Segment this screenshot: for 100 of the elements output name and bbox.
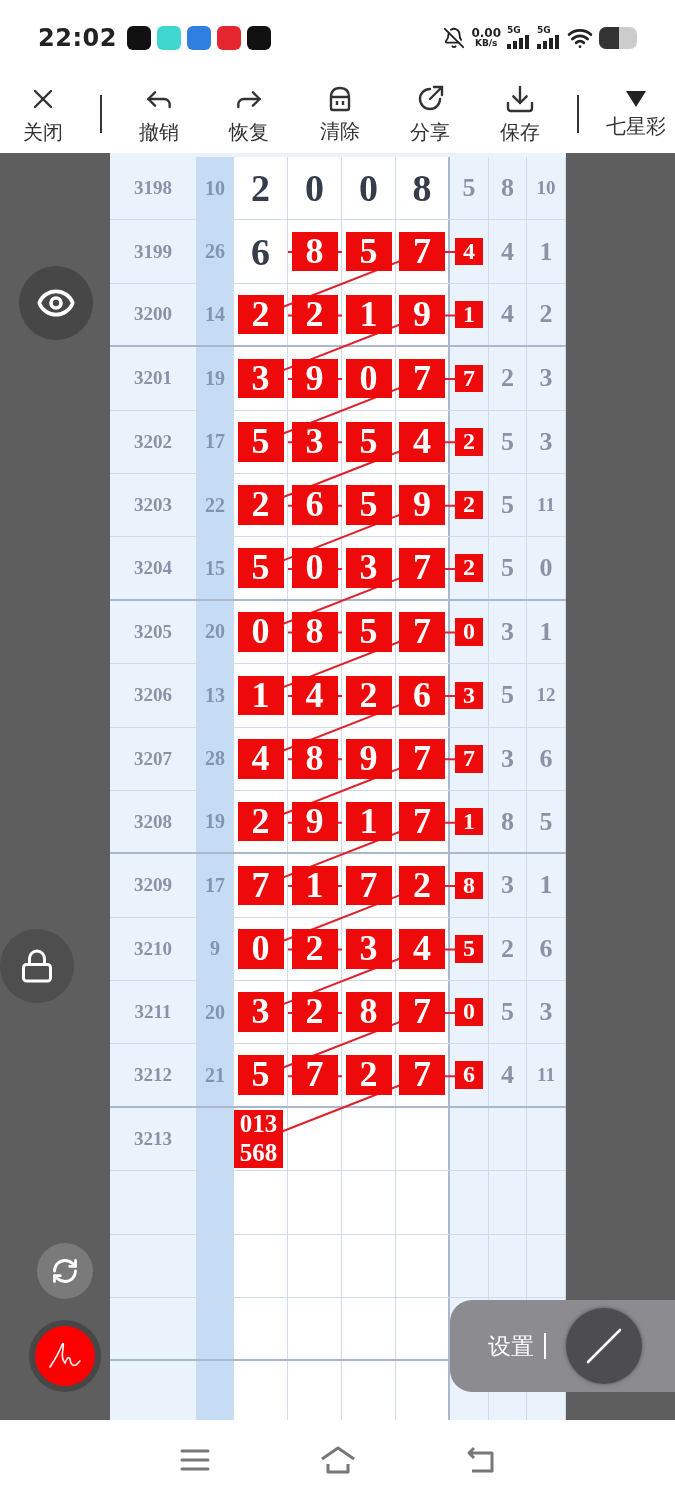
- back-icon[interactable]: [465, 1446, 496, 1474]
- table-value: 5: [501, 426, 514, 457]
- marked-digit: 0: [345, 358, 392, 399]
- table-value: 5: [501, 680, 514, 711]
- sum-value: 15: [205, 556, 225, 580]
- battery-icon: [599, 26, 639, 49]
- issue-number: 3210: [134, 937, 172, 960]
- table-value: 12: [536, 684, 556, 707]
- toolbar-button[interactable]: 撤销: [126, 82, 193, 146]
- network-type: 5G: [537, 26, 551, 35]
- marked-digit: 1: [455, 300, 483, 329]
- marked-digit: 6: [399, 675, 445, 716]
- lock-icon: [19, 948, 55, 984]
- dropdown-triangle-icon: [625, 88, 647, 109]
- signal-icon: [537, 35, 561, 49]
- marked-digit: 7: [399, 358, 445, 399]
- table-value: 3: [539, 997, 553, 1028]
- marked-digit: 7: [399, 1055, 445, 1095]
- toolbar-button[interactable]: 清除: [306, 83, 373, 145]
- marked-digit: 5: [455, 935, 483, 963]
- table-value: 4: [501, 299, 514, 330]
- digit: 0: [305, 166, 324, 211]
- table-value: 3: [539, 426, 553, 457]
- marked-digit: 5: [345, 231, 392, 272]
- sum-value: 14: [205, 302, 225, 326]
- sum-value: 21: [205, 1063, 225, 1087]
- marked-digit: 2: [455, 491, 483, 519]
- marked-digit: 3: [291, 421, 338, 462]
- network-type: 5G: [507, 26, 521, 35]
- marked-digit: 4: [237, 738, 284, 779]
- menu-icon[interactable]: [179, 1448, 210, 1472]
- table-value: 10: [536, 177, 556, 200]
- issue-number: 3199: [134, 240, 172, 263]
- marked-digit: 9: [399, 294, 445, 335]
- marked-digit: 8: [291, 612, 338, 652]
- marked-digit: 2: [237, 294, 284, 335]
- marked-digit: 9: [291, 358, 338, 399]
- marked-digit: 9: [291, 801, 338, 842]
- sum-value: 19: [205, 810, 225, 834]
- table-value: 5: [501, 997, 514, 1028]
- marked-digit: 8: [291, 738, 338, 779]
- marked-digit: 3: [345, 548, 392, 588]
- issue-number: 3201: [134, 367, 172, 390]
- table-value: 4: [501, 236, 514, 267]
- sum-value: 17: [205, 874, 225, 897]
- app-icon: [216, 25, 241, 50]
- table-value: 1: [539, 616, 553, 647]
- marked-digit: 7: [399, 231, 445, 272]
- digit: 2: [251, 166, 270, 211]
- sum-value: 28: [205, 747, 225, 771]
- issue-number: 3212: [134, 1064, 172, 1087]
- issue-number: 3207: [134, 747, 172, 770]
- sum-value: 20: [205, 620, 225, 644]
- table-cell: [396, 1171, 450, 1234]
- toolbar-button[interactable]: 恢复: [216, 82, 283, 146]
- marked-digit: 4: [399, 929, 445, 969]
- table-value: 3: [501, 743, 514, 774]
- marked-digit: 013 568: [234, 1110, 283, 1168]
- marked-digit: 2: [291, 929, 338, 969]
- marked-digit: 8: [455, 871, 483, 900]
- table-cell: [197, 1361, 234, 1420]
- toolbar-button[interactable]: 关闭: [10, 82, 76, 146]
- marked-digit: 8: [345, 992, 392, 1033]
- issue-number: 3211: [134, 1001, 172, 1024]
- sum-value: 20: [205, 1000, 225, 1024]
- marked-digit: 1: [237, 675, 284, 716]
- table-value: 2: [501, 933, 514, 964]
- table-value: 2: [501, 363, 514, 394]
- app-icon: [156, 25, 181, 50]
- table-value: 4: [501, 1060, 514, 1091]
- marked-digit: 6: [291, 485, 338, 525]
- marked-digit: 4: [399, 421, 445, 462]
- toolbar-button[interactable]: 保存: [486, 82, 553, 146]
- net-speed-unit: KB/s: [474, 39, 498, 48]
- table-value: 8: [501, 806, 514, 837]
- marked-digit: 7: [455, 744, 483, 773]
- line-tool-button[interactable]: [566, 1308, 642, 1384]
- digit: 0: [359, 166, 378, 211]
- toolbar-button[interactable]: 七星彩: [603, 88, 669, 140]
- marked-digit: 3: [455, 681, 483, 710]
- marked-digit: 8: [291, 231, 338, 272]
- issue-number: 3203: [134, 494, 172, 517]
- marked-digit: 7: [399, 612, 445, 652]
- home-icon[interactable]: [319, 1446, 356, 1474]
- marked-digit: 5: [345, 485, 392, 525]
- issue-number: 3208: [134, 810, 172, 833]
- marked-digit: 0: [291, 548, 338, 588]
- marked-digit: 3: [237, 992, 284, 1033]
- refresh-button[interactable]: [37, 1243, 93, 1299]
- marked-digit: 2: [455, 427, 483, 456]
- table-value: 3: [501, 616, 514, 647]
- marked-digit: 2: [291, 992, 338, 1033]
- toolbar-button[interactable]: 分享: [396, 82, 463, 146]
- app-icon: [186, 25, 211, 50]
- table-value: 6: [539, 933, 553, 964]
- marked-digit: 1: [455, 807, 483, 836]
- sum-value: 26: [205, 240, 225, 264]
- sum-value: 9: [210, 937, 220, 961]
- marked-digit: 5: [345, 421, 392, 462]
- marked-digit: 1: [345, 801, 392, 842]
